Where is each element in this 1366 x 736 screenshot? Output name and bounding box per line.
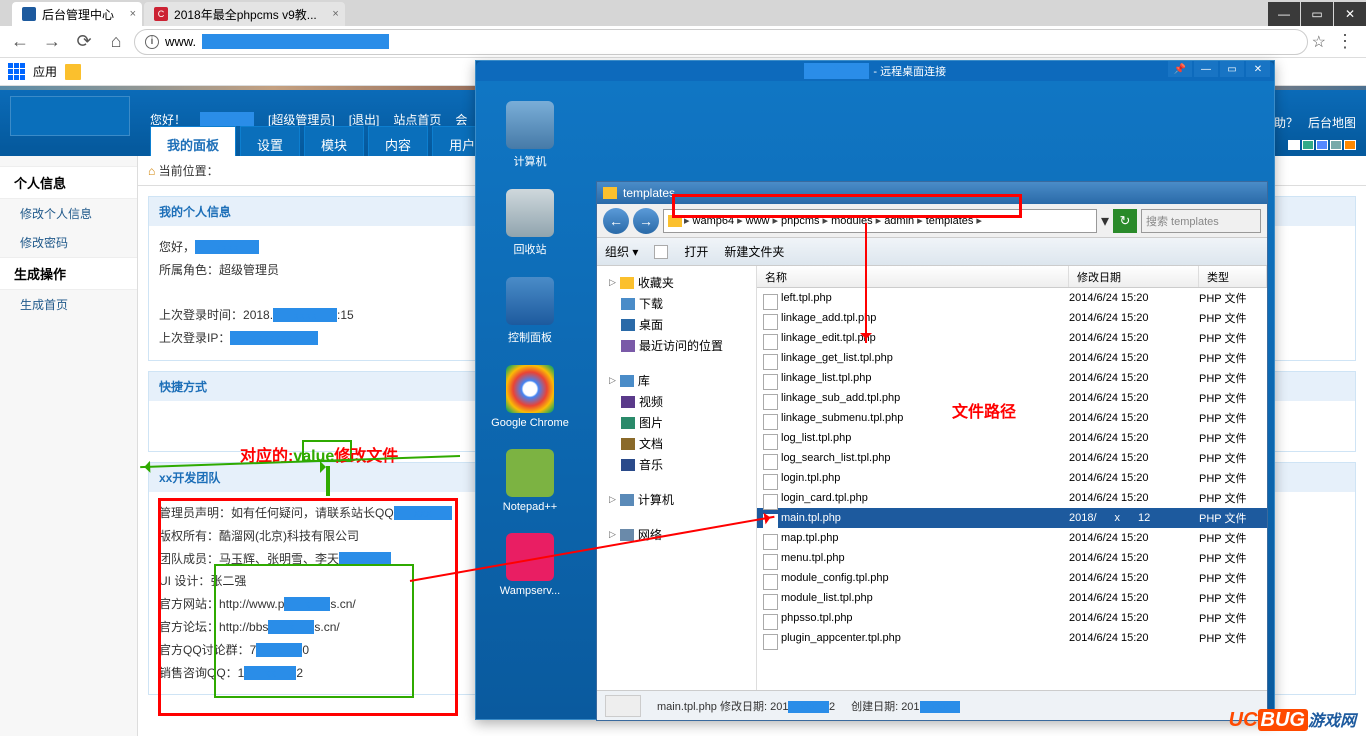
search-input[interactable]: 搜索 templates bbox=[1141, 209, 1261, 233]
window-title: templates bbox=[623, 186, 675, 200]
maximize-button[interactable]: ▭ bbox=[1301, 2, 1333, 26]
file-list: 名称 修改日期 类型 left.tpl.php2014/6/24 15:20PH… bbox=[757, 266, 1267, 690]
file-row[interactable]: module_config.tpl.php2014/6/24 15:20PHP … bbox=[757, 568, 1267, 588]
explorer-nav: ← → ▸ wamp64 ▸ www ▸ phpcms ▸ modules ▸ … bbox=[597, 204, 1267, 238]
minimize-button[interactable]: — bbox=[1194, 61, 1218, 77]
chrome-icon[interactable]: Google Chrome bbox=[490, 365, 570, 429]
recycle-icon[interactable]: 回收站 bbox=[490, 189, 570, 257]
file-row[interactable]: phpsso.tpl.php2014/6/24 15:20PHP 文件 bbox=[757, 608, 1267, 628]
back-button[interactable]: ← bbox=[6, 28, 34, 56]
computer-icon[interactable]: 计算机 bbox=[490, 101, 570, 169]
file-icon bbox=[654, 245, 668, 259]
tab-title: 后台管理中心 bbox=[42, 6, 114, 23]
file-row[interactable]: map.tpl.php2014/6/24 15:20PHP 文件 bbox=[757, 528, 1267, 548]
home-button[interactable]: ⌂ bbox=[102, 28, 130, 56]
address-bar: ← → ⟳ ⌂ i www. x ☆ ⋮ bbox=[0, 26, 1366, 58]
minimize-button[interactable]: — bbox=[1268, 2, 1300, 26]
annotation-text: 文件路径 bbox=[952, 398, 1016, 422]
explorer-toolbar: 组织 ▾ 打开 新建文件夹 bbox=[597, 238, 1267, 266]
new-folder-button[interactable]: 新建文件夹 bbox=[724, 243, 784, 260]
apps-icon[interactable] bbox=[8, 63, 25, 80]
file-row[interactable]: left.tpl.php2014/6/24 15:20PHP 文件 bbox=[757, 288, 1267, 308]
bookmark-icon[interactable]: ☆ bbox=[1312, 32, 1326, 52]
close-icon[interactable]: × bbox=[332, 8, 338, 20]
browser-tab[interactable]: 后台管理中心 × bbox=[12, 2, 142, 26]
logo bbox=[10, 96, 130, 136]
sidebar: 个人信息 修改个人信息 修改密码 生成操作 生成首页 bbox=[0, 156, 138, 736]
tab-title: 2018年最全phpcms v9教... bbox=[174, 6, 317, 23]
sidebar-item-password[interactable]: 修改密码 bbox=[0, 228, 137, 257]
info-icon: i bbox=[145, 35, 159, 49]
folder-tree[interactable]: 收藏夹 下载 桌面 最近访问的位置 库 视频 图片 文档 音乐 计算机 网络 bbox=[597, 266, 757, 690]
column-headers[interactable]: 名称 修改日期 类型 bbox=[757, 266, 1267, 288]
close-button[interactable]: ✕ bbox=[1246, 61, 1270, 77]
explorer-window: templates ← → ▸ wamp64 ▸ www ▸ phpcms ▸ … bbox=[596, 181, 1268, 721]
file-row[interactable]: log_list.tpl.php2014/6/24 15:20PHP 文件 bbox=[757, 428, 1267, 448]
home-icon: ⌂ bbox=[148, 164, 155, 178]
explorer-titlebar[interactable]: templates bbox=[597, 182, 1267, 204]
greeting-text: 您好！ bbox=[150, 111, 186, 128]
logout-link[interactable]: [退出] bbox=[349, 111, 380, 128]
close-button[interactable]: ✕ bbox=[1334, 2, 1366, 26]
file-row[interactable]: main.tpl.php2018/x12PHP 文件 bbox=[757, 508, 1267, 528]
annotation-arrow bbox=[865, 223, 867, 343]
apps-label[interactable]: 应用 bbox=[33, 63, 57, 80]
redacted: x bbox=[200, 112, 254, 126]
file-row[interactable]: log_search_list.tpl.php2014/6/24 15:20PH… bbox=[757, 448, 1267, 468]
control-panel-icon[interactable]: 控制面板 bbox=[490, 277, 570, 345]
file-row[interactable]: login.tpl.php2014/6/24 15:20PHP 文件 bbox=[757, 468, 1267, 488]
refresh-button[interactable]: ↻ bbox=[1113, 209, 1137, 233]
annotation-arrow bbox=[326, 466, 330, 496]
member-link[interactable]: 会 bbox=[455, 111, 467, 128]
theme-colors[interactable] bbox=[1288, 140, 1356, 150]
maximize-button[interactable]: ▭ bbox=[1220, 61, 1244, 77]
watermark: UCBUG游戏网 bbox=[1229, 707, 1356, 732]
favicon-icon: C bbox=[154, 7, 168, 21]
file-preview-icon bbox=[605, 695, 641, 717]
open-button[interactable]: 打开 bbox=[684, 243, 708, 260]
close-icon[interactable]: × bbox=[130, 8, 136, 20]
tabs-bar: 后台管理中心 × C 2018年最全phpcms v9教... × — ▭ ✕ bbox=[0, 0, 1366, 26]
file-row[interactable]: login_card.tpl.php2014/6/24 15:20PHP 文件 bbox=[757, 488, 1267, 508]
remote-desktop-window: x- 远程桌面连接 📌 — ▭ ✕ 计算机 回收站 控制面板 Google Ch… bbox=[475, 60, 1275, 720]
sidebar-header: 生成操作 bbox=[0, 257, 137, 290]
status-bar: main.tpl.php 修改日期: 201xxx2 创建日期: 201xxx bbox=[597, 690, 1267, 720]
site-home-link[interactable]: 站点首页 bbox=[393, 111, 441, 128]
file-row[interactable]: plugin_appcenter.tpl.php2014/6/24 15:20P… bbox=[757, 628, 1267, 648]
sidebar-item-profile[interactable]: 修改个人信息 bbox=[0, 199, 137, 228]
folder-icon bbox=[603, 187, 617, 199]
file-row[interactable]: linkage_edit.tpl.php2014/6/24 15:20PHP 文… bbox=[757, 328, 1267, 348]
sitemap-link[interactable]: 后台地图 bbox=[1308, 114, 1356, 131]
file-row[interactable]: linkage_list.tpl.php2014/6/24 15:20PHP 文… bbox=[757, 368, 1267, 388]
sidebar-header: 个人信息 bbox=[0, 166, 137, 199]
url-input[interactable]: i www. x bbox=[134, 29, 1308, 55]
menu-icon[interactable]: ⋮ bbox=[1330, 31, 1360, 52]
file-row[interactable]: menu.tpl.php2014/6/24 15:20PHP 文件 bbox=[757, 548, 1267, 568]
forward-button[interactable]: → bbox=[38, 28, 66, 56]
path-breadcrumb[interactable]: ▸ wamp64 ▸ www ▸ phpcms ▸ modules ▸ admi… bbox=[663, 209, 1097, 233]
rdp-titlebar[interactable]: x- 远程桌面连接 📌 — ▭ ✕ bbox=[476, 61, 1274, 81]
organize-menu[interactable]: 组织 ▾ bbox=[605, 243, 638, 260]
desktop-icons: 计算机 回收站 控制面板 Google Chrome Notepad++ Wam… bbox=[490, 101, 570, 617]
folder-icon[interactable] bbox=[65, 64, 81, 80]
sidebar-item-generate[interactable]: 生成首页 bbox=[0, 290, 137, 319]
pin-icon[interactable]: 📌 bbox=[1168, 61, 1192, 77]
file-row[interactable]: linkage_add.tpl.php2014/6/24 15:20PHP 文件 bbox=[757, 308, 1267, 328]
browser-tab[interactable]: C 2018年最全phpcms v9教... × bbox=[144, 2, 345, 26]
reload-button[interactable]: ⟳ bbox=[70, 28, 98, 56]
forward-button[interactable]: → bbox=[633, 208, 659, 234]
url-text: www. bbox=[165, 34, 196, 49]
back-button[interactable]: ← bbox=[603, 208, 629, 234]
favicon-icon bbox=[22, 7, 36, 21]
file-row[interactable]: module_list.tpl.php2014/6/24 15:20PHP 文件 bbox=[757, 588, 1267, 608]
notepad-icon[interactable]: Notepad++ bbox=[490, 449, 570, 513]
redacted: x bbox=[202, 34, 389, 49]
role-text: [超级管理员] bbox=[268, 111, 335, 128]
file-row[interactable]: linkage_get_list.tpl.php2014/6/24 15:20P… bbox=[757, 348, 1267, 368]
